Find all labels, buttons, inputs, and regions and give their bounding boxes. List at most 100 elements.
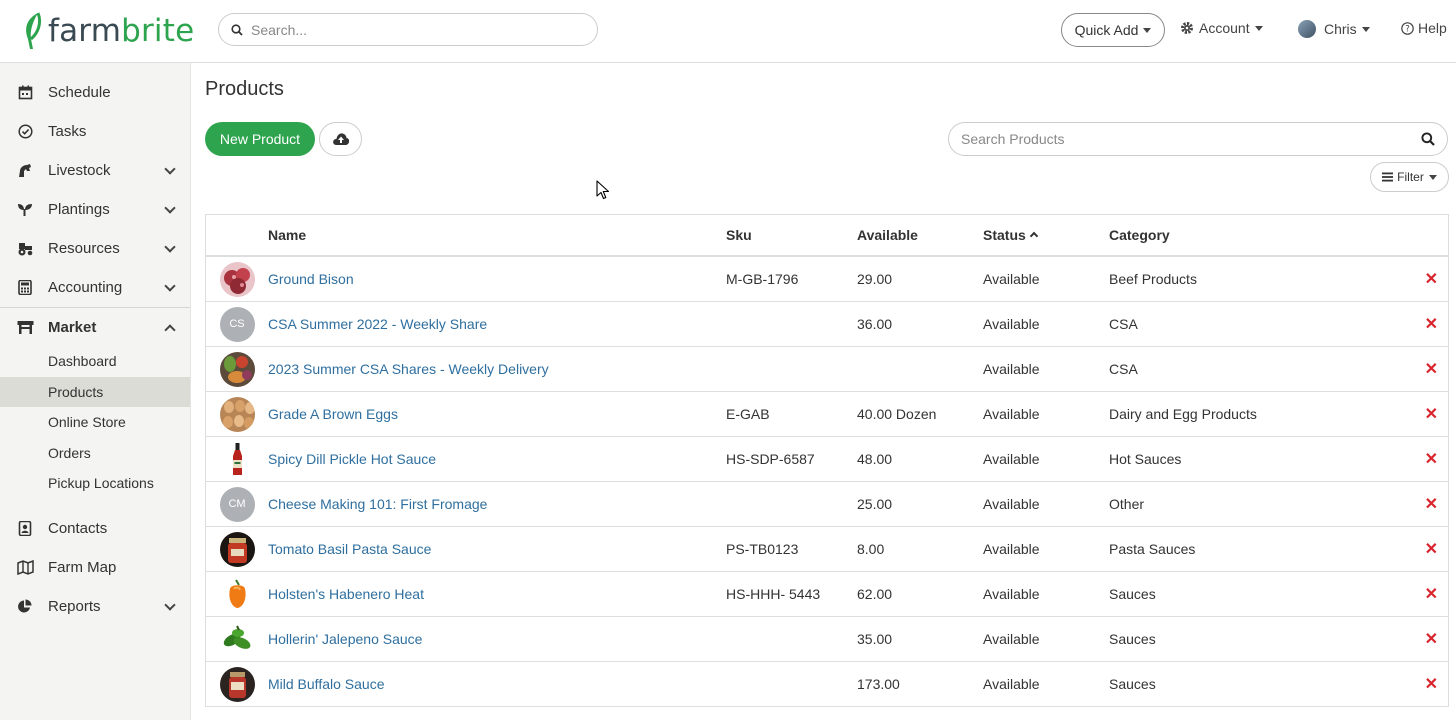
product-link[interactable]: 2023 Summer CSA Shares - Weekly Delivery	[268, 361, 549, 377]
quick-add-button[interactable]: Quick Add	[1061, 13, 1165, 47]
leaf-logo-icon	[26, 12, 42, 49]
sidebar-subitem-orders[interactable]: Orders	[0, 438, 190, 469]
product-status: Available	[983, 496, 1040, 512]
chevron-down-icon	[164, 598, 176, 611]
delete-icon[interactable]: ✕	[1425, 269, 1438, 289]
sidebar-subitem-products[interactable]: Products	[0, 376, 190, 407]
product-status: Available	[983, 541, 1040, 557]
sidebar-item-label: Reports	[48, 597, 101, 615]
sidebar-item-livestock[interactable]: Livestock	[0, 151, 190, 190]
column-header-sku[interactable]: Sku	[726, 227, 752, 243]
account-menu[interactable]: Account	[1180, 20, 1263, 36]
new-product-button[interactable]: New Product	[205, 122, 315, 156]
product-initials-avatar: CS	[219, 306, 255, 342]
import-button[interactable]	[319, 122, 362, 156]
global-search[interactable]	[218, 13, 598, 46]
sidebar-item-label: Plantings	[48, 201, 110, 218]
product-link[interactable]: Hollerin' Jalepeno Sauce	[268, 631, 422, 647]
sidebar-subitem-label: Products	[48, 383, 104, 400]
sidebar-item-label: Schedule	[48, 84, 111, 101]
column-header-available[interactable]: Available	[857, 227, 918, 243]
sidebar-item-tasks[interactable]: Tasks	[0, 112, 190, 151]
product-available: 48.00	[857, 451, 893, 467]
search-icon[interactable]	[1421, 132, 1435, 146]
product-category: CSA	[1109, 361, 1138, 377]
sidebar-item-label: Contacts	[48, 519, 108, 537]
product-link[interactable]: Grade A Brown Eggs	[268, 406, 398, 422]
delete-icon[interactable]: ✕	[1425, 314, 1438, 334]
sidebar-item-farm-map[interactable]: Farm Map	[0, 548, 190, 587]
hot-sauce-bottle-image	[219, 441, 255, 477]
column-header-status[interactable]: Status	[983, 227, 1039, 243]
table-row: Grade A Brown Eggs E-GAB 40.00 Dozen Ava…	[206, 392, 1448, 437]
product-link[interactable]: Ground Bison	[268, 271, 354, 287]
chevron-down-icon	[164, 202, 176, 214]
delete-icon[interactable]: ✕	[1425, 494, 1438, 514]
filter-button[interactable]: Filter	[1370, 162, 1449, 192]
farmbrite-logo[interactable]: farmbrite	[22, 10, 194, 52]
sidebar-item-accounting[interactable]: Accounting	[0, 268, 190, 307]
product-link[interactable]: Holsten's Habenero Heat	[268, 586, 424, 602]
sidebar-item-plantings[interactable]: Plantings	[0, 190, 190, 229]
calculator-icon	[16, 279, 34, 297]
product-available: 40.00 Dozen	[857, 406, 937, 422]
product-link[interactable]: Mild Buffalo Sauce	[268, 676, 384, 692]
search-products[interactable]	[948, 122, 1448, 156]
delete-icon[interactable]: ✕	[1425, 359, 1438, 379]
product-available: 62.00	[857, 586, 893, 602]
delete-icon[interactable]: ✕	[1425, 404, 1438, 424]
top-bar: farmbrite Quick Add Account Chris ? Help	[0, 0, 1456, 63]
product-status: Available	[983, 406, 1040, 422]
caret-down-icon	[1254, 25, 1263, 31]
sidebar-subitem-label: Dashboard	[48, 353, 117, 370]
chevron-down-icon	[164, 241, 176, 253]
sidebar-subitem-dashboard[interactable]: Dashboard	[0, 346, 190, 377]
product-sku: E-GAB	[726, 406, 770, 422]
sidebar-subitem-online-store[interactable]: Online Store	[0, 407, 190, 438]
column-header-name[interactable]: Name	[268, 227, 306, 243]
sidebar-item-contacts[interactable]: Contacts	[0, 509, 190, 548]
product-status: Available	[983, 361, 1040, 377]
logo-text-brite: brite	[121, 13, 195, 49]
user-avatar	[1298, 20, 1316, 38]
sidebar-subitem-pickup-locations[interactable]: Pickup Locations	[0, 468, 190, 499]
product-status: Available	[983, 631, 1040, 647]
delete-icon[interactable]: ✕	[1425, 449, 1438, 469]
global-search-input[interactable]	[251, 21, 571, 38]
pie-chart-icon	[16, 597, 34, 615]
product-link[interactable]: Cheese Making 101: First Fromage	[268, 496, 487, 512]
sidebar-item-resources[interactable]: Resources	[0, 229, 190, 268]
chevron-up-icon	[164, 324, 176, 336]
mouse-cursor-icon	[596, 180, 610, 200]
delete-icon[interactable]: ✕	[1425, 539, 1438, 559]
product-initials-avatar: CM	[219, 486, 255, 522]
user-name: Chris	[1324, 21, 1357, 37]
store-icon	[16, 318, 34, 336]
delete-icon[interactable]: ✕	[1425, 584, 1438, 604]
sidebar-item-label: Farm Map	[48, 558, 117, 576]
table-row: CM Cheese Making 101: First Fromage 25.0…	[206, 482, 1448, 527]
product-link[interactable]: Spicy Dill Pickle Hot Sauce	[268, 451, 436, 467]
main-content: Products New Product Filter Name Sku Ava…	[191, 63, 1456, 720]
product-link[interactable]: CSA Summer 2022 - Weekly Share	[268, 316, 487, 332]
product-sku: HS-HHH- 5443	[726, 586, 821, 602]
sidebar-item-label: Market	[48, 318, 97, 336]
delete-icon[interactable]: ✕	[1425, 629, 1438, 649]
product-available: 36.00	[857, 316, 893, 332]
product-category: Other	[1109, 496, 1145, 512]
product-status: Available	[983, 451, 1040, 467]
delete-icon[interactable]: ✕	[1425, 674, 1438, 694]
gear-icon	[1181, 22, 1193, 34]
sidebar-item-schedule[interactable]: Schedule	[0, 73, 190, 112]
search-products-input[interactable]	[961, 131, 1401, 147]
help-link[interactable]: ? Help	[1401, 20, 1447, 36]
user-menu[interactable]: Chris	[1298, 20, 1370, 38]
sidebar-item-market[interactable]: Market	[0, 307, 190, 346]
product-category: Sauces	[1109, 631, 1156, 647]
sidebar-item-reports[interactable]: Reports	[0, 587, 190, 626]
caret-down-icon	[1428, 174, 1437, 180]
caret-down-icon	[1361, 26, 1370, 32]
column-header-category[interactable]: Category	[1109, 227, 1170, 243]
product-category: CSA	[1109, 316, 1138, 332]
product-link[interactable]: Tomato Basil Pasta Sauce	[268, 541, 431, 557]
